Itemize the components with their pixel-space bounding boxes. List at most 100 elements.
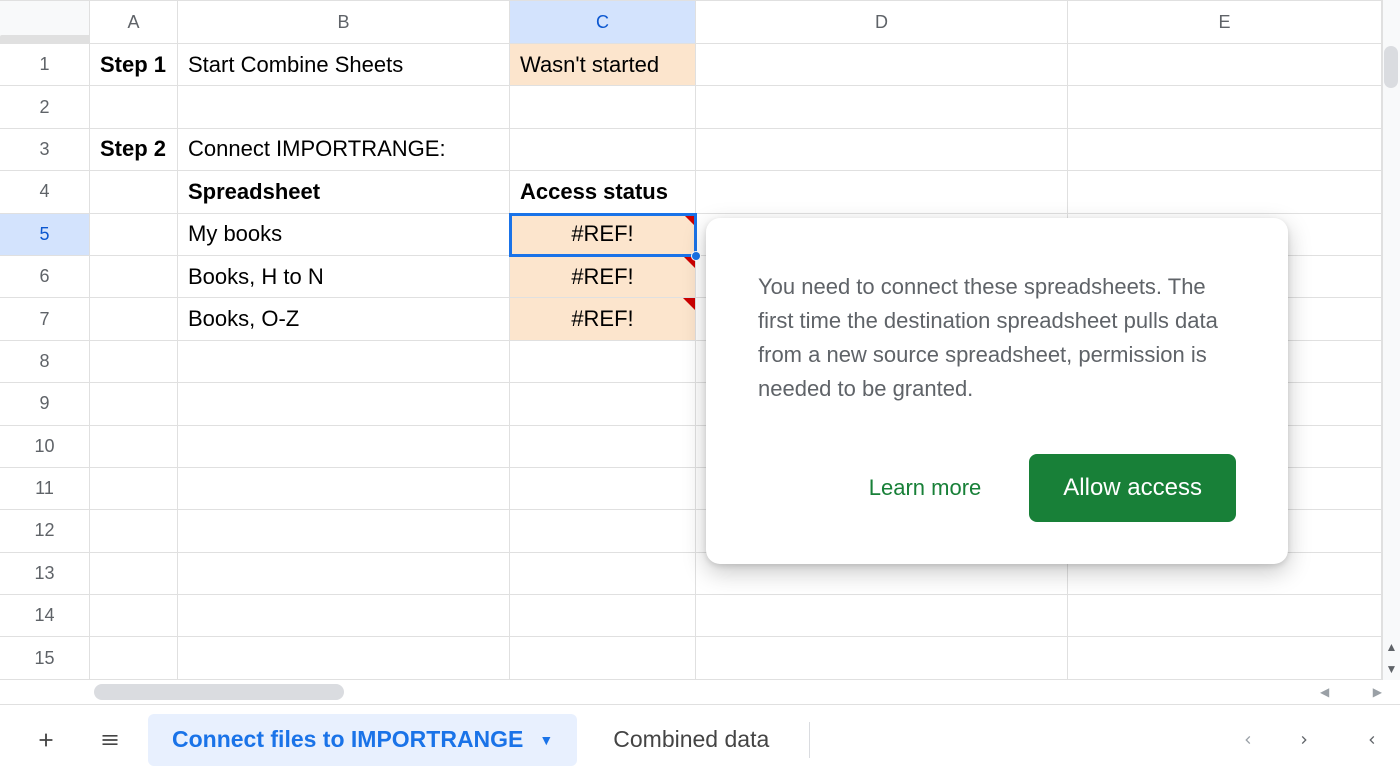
row-header-15[interactable]: 15	[0, 637, 89, 679]
select-all-corner[interactable]	[0, 1, 90, 43]
col-header-A[interactable]: A	[90, 1, 178, 43]
cell-B15[interactable]	[178, 637, 510, 679]
error-triangle-icon	[683, 298, 695, 310]
row-header-10[interactable]: 10	[0, 426, 89, 468]
cell-A1[interactable]: Step 1	[90, 44, 178, 86]
cell-E1[interactable]	[1068, 44, 1382, 86]
cell-D4[interactable]	[696, 171, 1068, 213]
cell-A7[interactable]	[90, 298, 178, 340]
cell-D14[interactable]	[696, 595, 1068, 637]
vertical-scrollbar-thumb[interactable]	[1384, 46, 1398, 88]
cell-D1[interactable]	[696, 44, 1068, 86]
cell-C13[interactable]	[510, 553, 696, 595]
cell-B10[interactable]	[178, 426, 510, 468]
cell-C7[interactable]: #REF!	[510, 298, 696, 340]
cell-C4[interactable]: Access status	[510, 171, 696, 213]
tab-combined-data[interactable]: Combined data	[589, 714, 793, 766]
cell-A15[interactable]	[90, 637, 178, 679]
cell-A5[interactable]	[90, 214, 178, 256]
scroll-right-icon[interactable]: ▶	[1373, 685, 1382, 699]
cell-B14[interactable]	[178, 595, 510, 637]
cell-C9[interactable]	[510, 383, 696, 425]
cell-B2[interactable]	[178, 86, 510, 128]
col-header-D[interactable]: D	[696, 1, 1068, 43]
row-header-13[interactable]: 13	[0, 553, 89, 595]
cell-C8[interactable]	[510, 341, 696, 383]
cell-E2[interactable]	[1068, 86, 1382, 128]
cell-C2[interactable]	[510, 86, 696, 128]
row-header-7[interactable]: 7	[0, 298, 89, 340]
row-header-3[interactable]: 3	[0, 129, 89, 171]
row-header-1[interactable]: 1	[0, 44, 89, 86]
cell-B13[interactable]	[178, 553, 510, 595]
cell-D2[interactable]	[696, 86, 1068, 128]
cell-B1[interactable]: Start Combine Sheets	[178, 44, 510, 86]
row-header-2[interactable]: 2	[0, 86, 89, 128]
col-header-E[interactable]: E	[1068, 1, 1382, 43]
cell-B4[interactable]: Spreadsheet	[178, 171, 510, 213]
horizontal-scrollbar-thumb[interactable]	[94, 684, 344, 700]
cell-C14[interactable]	[510, 595, 696, 637]
row-header-12[interactable]: 12	[0, 510, 89, 552]
col-header-B[interactable]: B	[178, 1, 510, 43]
cell-B8[interactable]	[178, 341, 510, 383]
learn-more-link[interactable]: Learn more	[869, 475, 982, 501]
side-panel-toggle[interactable]	[1364, 729, 1380, 751]
cell-C1[interactable]: Wasn't started	[510, 44, 696, 86]
scroll-left-icon[interactable]: ◀	[1320, 685, 1329, 699]
col-header-C[interactable]: C	[510, 1, 696, 43]
cell-A10[interactable]	[90, 426, 178, 468]
cell-C6[interactable]: #REF!	[510, 256, 696, 298]
cell-B3[interactable]: Connect IMPORTRANGE:	[178, 129, 510, 171]
cell-B9[interactable]	[178, 383, 510, 425]
tab-scroll-right-icon[interactable]	[1296, 729, 1312, 751]
cell-A11[interactable]	[90, 468, 178, 510]
caret-down-icon[interactable]: ▼	[539, 732, 553, 748]
cell-A3[interactable]: Step 2	[90, 129, 178, 171]
cell-A8[interactable]	[90, 341, 178, 383]
tab-scroll-left-icon[interactable]	[1240, 729, 1256, 751]
cell-E4[interactable]	[1068, 171, 1382, 213]
cell-C15[interactable]	[510, 637, 696, 679]
cell-B6[interactable]: Books, H to N	[178, 256, 510, 298]
cell-C11[interactable]	[510, 468, 696, 510]
cell-C10[interactable]	[510, 426, 696, 468]
cell-B7[interactable]: Books, O-Z	[178, 298, 510, 340]
cell-D3[interactable]	[696, 129, 1068, 171]
add-sheet-button[interactable]	[20, 714, 72, 766]
cell-E14[interactable]	[1068, 595, 1382, 637]
cell-B12[interactable]	[178, 510, 510, 552]
cell-B5[interactable]: My books	[178, 214, 510, 256]
plus-icon	[35, 729, 57, 751]
cell-A9[interactable]	[90, 383, 178, 425]
cell-E3[interactable]	[1068, 129, 1382, 171]
cell-C3[interactable]	[510, 129, 696, 171]
cell-A2[interactable]	[90, 86, 178, 128]
scroll-down-icon[interactable]: ▼	[1386, 662, 1398, 676]
row-header-5[interactable]: 5	[0, 214, 89, 256]
row-header-6[interactable]: 6	[0, 256, 89, 298]
tab-connect-files[interactable]: Connect files to IMPORTRANGE ▼	[148, 714, 577, 766]
cell-A13[interactable]	[90, 553, 178, 595]
cell-A6[interactable]	[90, 256, 178, 298]
cell-C5[interactable]: #REF!	[510, 214, 696, 256]
all-sheets-button[interactable]	[84, 714, 136, 766]
row-header-9[interactable]: 9	[0, 383, 89, 425]
horizontal-scrollbar[interactable]	[90, 684, 1320, 700]
cell-E15[interactable]	[1068, 637, 1382, 679]
cell-D15[interactable]	[696, 637, 1068, 679]
row-header-4[interactable]: 4	[0, 171, 89, 213]
allow-access-button[interactable]: Allow access	[1029, 454, 1236, 522]
cell-B11[interactable]	[178, 468, 510, 510]
cell-C12[interactable]	[510, 510, 696, 552]
row-header-11[interactable]: 11	[0, 468, 89, 510]
vertical-scrollbar[interactable]: ▲ ▼	[1382, 0, 1400, 680]
cell-A4[interactable]	[90, 171, 178, 213]
cell-C6-value: #REF!	[571, 264, 633, 290]
scroll-up-icon[interactable]: ▲	[1386, 640, 1398, 654]
tab-scroll-nav	[1240, 729, 1312, 751]
cell-A14[interactable]	[90, 595, 178, 637]
cell-A12[interactable]	[90, 510, 178, 552]
row-header-14[interactable]: 14	[0, 595, 89, 637]
row-header-8[interactable]: 8	[0, 341, 89, 383]
